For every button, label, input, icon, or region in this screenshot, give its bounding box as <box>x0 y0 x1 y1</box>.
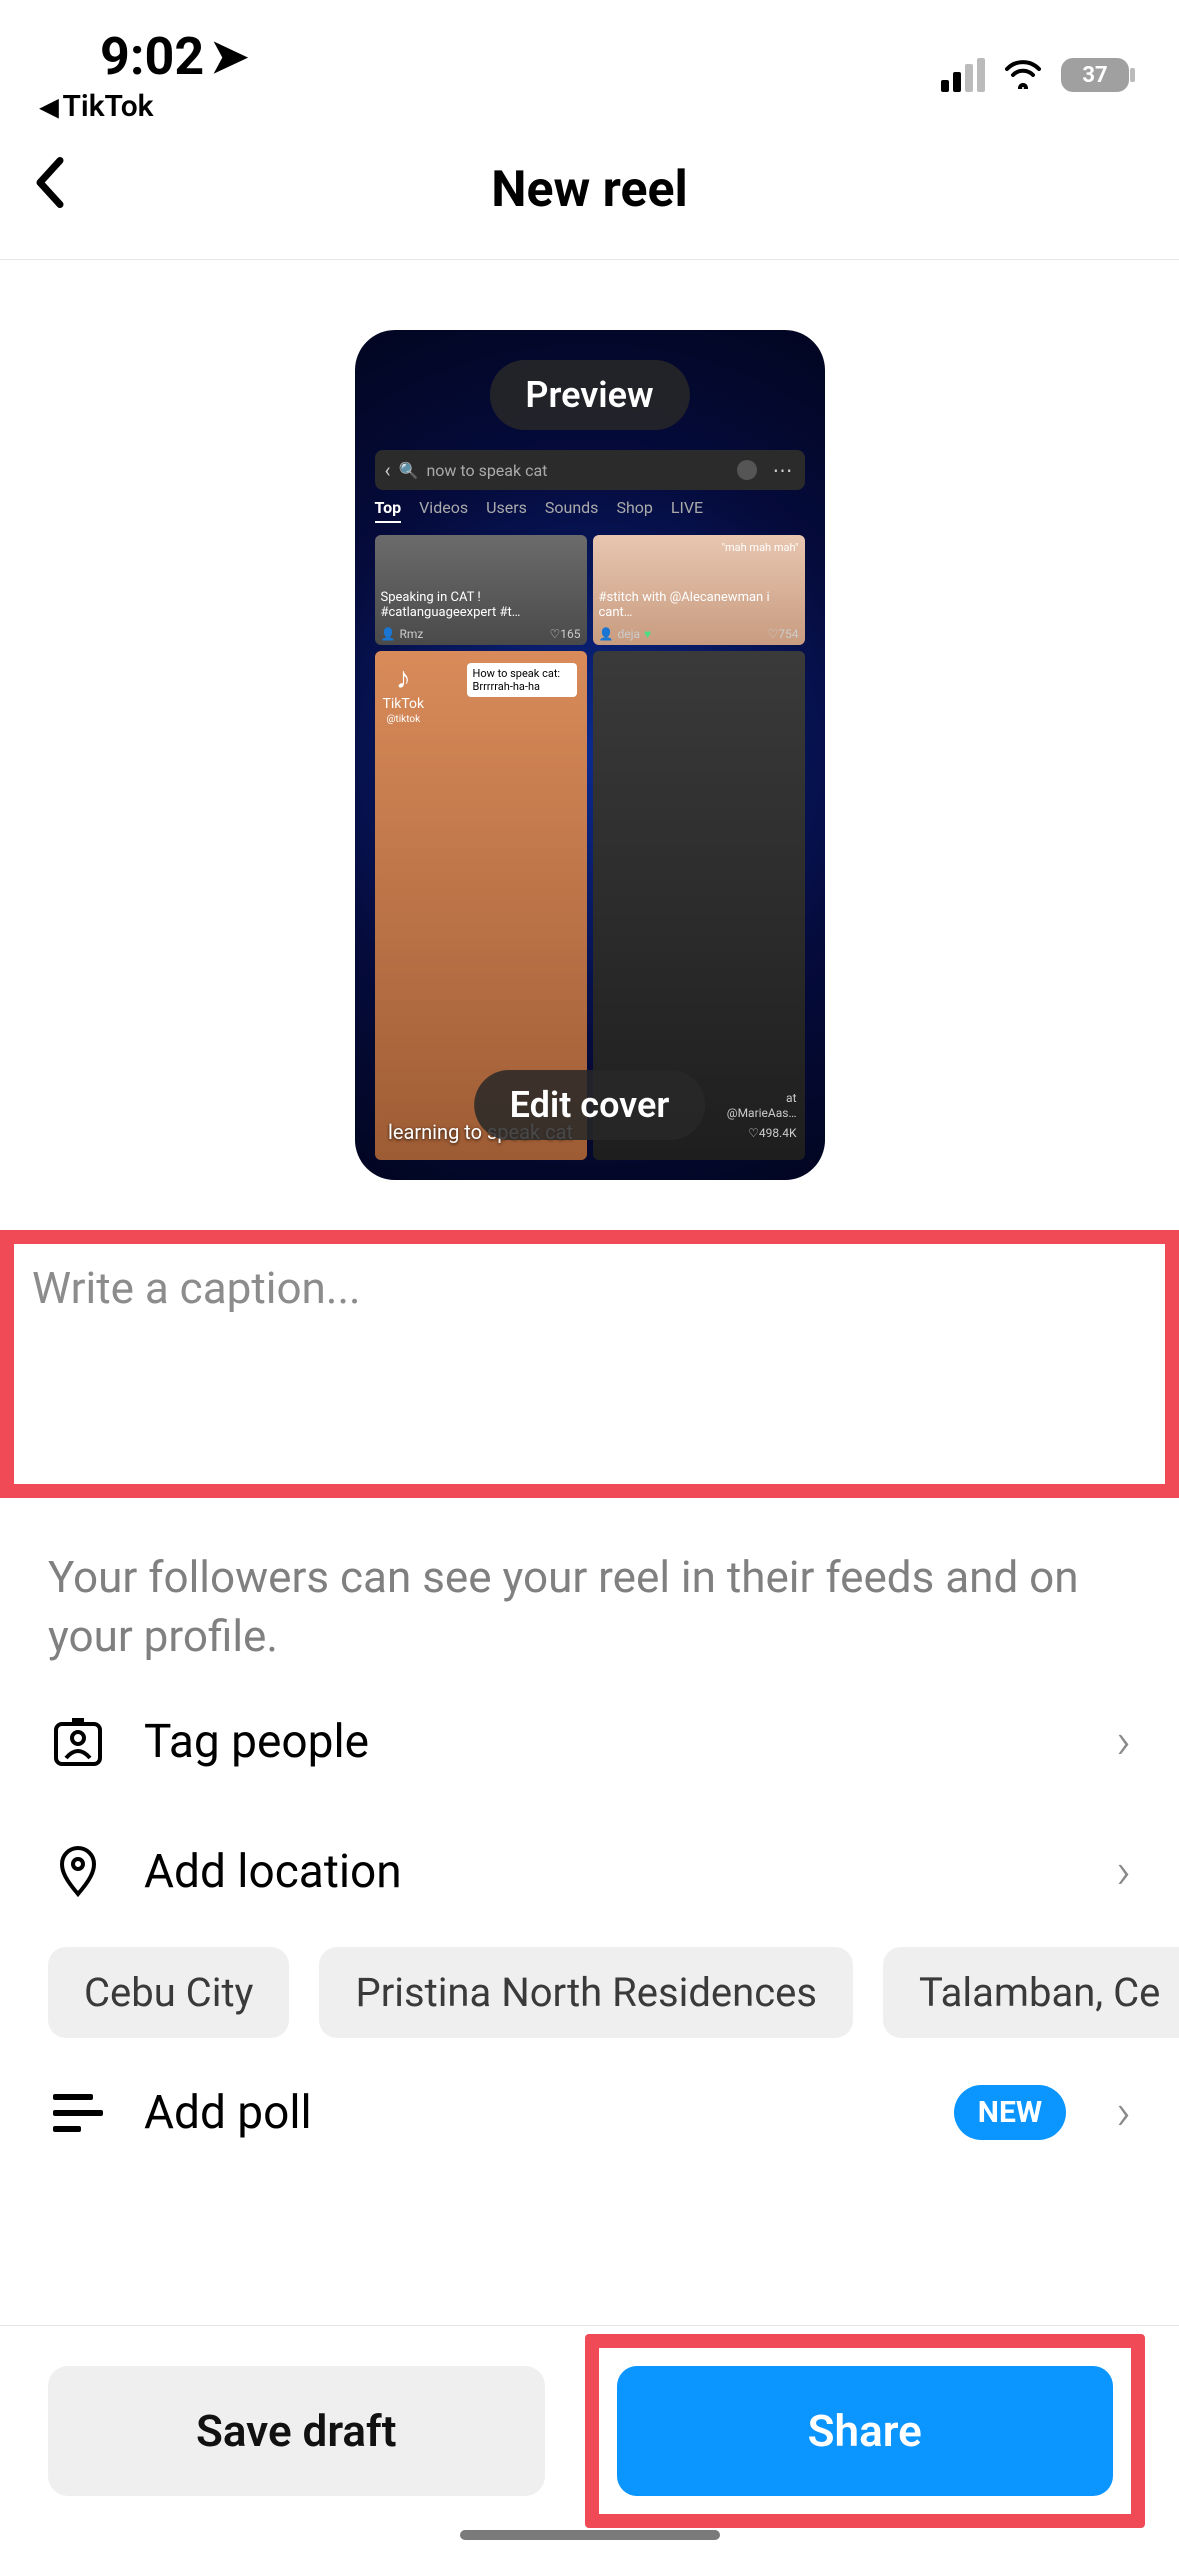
clear-icon <box>737 460 757 480</box>
new-badge: NEW <box>954 2085 1066 2140</box>
caption-input[interactable] <box>32 1262 1147 1462</box>
result-card: Speaking in CAT ! #catlanguageexpert #t…… <box>375 535 587 645</box>
tab-users: Users <box>486 498 527 523</box>
poll-icon <box>48 2094 108 2132</box>
status-time: 9:02 <box>100 26 204 87</box>
chevron-right-icon: › <box>1116 1843 1131 1901</box>
edit-cover-button[interactable]: Edit cover <box>474 1070 706 1140</box>
location-pin-icon <box>48 1844 108 1900</box>
card-likes: ♡498.4K <box>748 1126 796 1140</box>
chevron-right-icon: › <box>1116 2084 1131 2142</box>
tab-videos: Videos <box>419 498 468 523</box>
cellular-signal-icon <box>941 58 985 92</box>
tiktok-watermark: ♪ TikTok @tiktok <box>383 661 425 725</box>
cover-preview-area: Preview ‹ 🔍 now to speak cat ⋯ Top Video… <box>0 260 1179 1190</box>
more-icon: ⋯ <box>773 458 795 482</box>
location-chip[interactable]: Pristina North Residences <box>319 1947 853 2038</box>
visibility-info-text: Your followers can see your reel in thei… <box>0 1498 1179 1677</box>
battery-indicator: 37 <box>1061 58 1129 92</box>
caption-highlight-box <box>0 1230 1179 1498</box>
result-card: "mah mah mah" #stitch with @Alecanewman … <box>593 535 805 645</box>
add-location-label: Add location <box>144 1845 1080 1899</box>
heart-icon: ♡754 <box>768 627 799 641</box>
avatar-icon: 👤 <box>381 627 396 641</box>
location-arrow-icon: ➤ <box>210 29 249 84</box>
search-icon: 🔍 <box>399 461 419 480</box>
tab-shop: Shop <box>616 498 652 523</box>
back-app-label: TikTok <box>62 89 153 124</box>
location-suggestions: Cebu City Pristina North Residences Tala… <box>0 1937 1179 2048</box>
status-bar: 9:02 ➤ ◀ TikTok 37 <box>0 0 1179 120</box>
battery-level: 37 <box>1082 63 1107 88</box>
tab-sounds: Sounds <box>545 498 599 523</box>
card-author: deja <box>617 627 640 641</box>
save-draft-button[interactable]: Save draft <box>48 2366 545 2496</box>
screen-header: New reel <box>0 120 1179 260</box>
bottom-action-bar: Save draft Share <box>0 2325 1179 2496</box>
card-title: Speaking in CAT ! #catlanguageexpert #t… <box>381 591 581 621</box>
tab-live: LIVE <box>671 498 703 523</box>
back-to-app[interactable]: ◀ TikTok <box>40 89 154 124</box>
tiktok-tabs: Top Videos Users Sounds Shop LIVE <box>375 498 805 523</box>
location-chip[interactable]: Talamban, Ce <box>883 1947 1179 2038</box>
share-button[interactable]: Share <box>617 2366 1114 2496</box>
tag-people-label: Tag people <box>144 1715 1080 1769</box>
tiktok-handle: @tiktok <box>386 714 420 725</box>
avatar-icon: 👤 <box>599 627 614 641</box>
add-poll-label: Add poll <box>144 2086 918 2140</box>
tiktok-logo-icon: ♪ <box>396 661 411 696</box>
wifi-icon <box>1003 52 1043 99</box>
chevron-left-icon: ‹ <box>385 458 391 482</box>
back-triangle-icon: ◀ <box>40 93 58 121</box>
tiktok-results-grid: Speaking in CAT ! #catlanguageexpert #t…… <box>375 535 805 1160</box>
page-title: New reel <box>491 161 688 219</box>
card-subcaption: at <box>727 1091 797 1105</box>
card-author: Rmz <box>399 627 423 641</box>
share-highlight-box: Share <box>585 2334 1146 2528</box>
tag-people-row[interactable]: Tag people › <box>0 1677 1179 1807</box>
tiktok-search-text: now to speak cat <box>426 461 547 480</box>
speech-bubble: How to speak cat: Brrrrrah-ha-ha <box>467 663 577 697</box>
person-tag-icon <box>48 1714 108 1770</box>
verified-icon: ♥ <box>644 627 651 641</box>
back-button[interactable] <box>30 152 70 227</box>
reel-cover[interactable]: Preview ‹ 🔍 now to speak cat ⋯ Top Video… <box>355 330 825 1180</box>
card-title: #stitch with @Alecanewman i cant… <box>599 591 799 621</box>
home-indicator[interactable] <box>460 2530 720 2540</box>
add-poll-row[interactable]: Add poll NEW › <box>0 2048 1179 2178</box>
location-chip[interactable]: Cebu City <box>48 1947 289 2038</box>
card-author: @MarieAas… <box>727 1106 797 1120</box>
preview-button[interactable]: Preview <box>489 360 689 430</box>
tiktok-search-bar: ‹ 🔍 now to speak cat ⋯ <box>375 450 805 490</box>
chevron-right-icon: › <box>1116 1713 1131 1771</box>
tiktok-brand: TikTok <box>383 696 425 712</box>
add-location-row[interactable]: Add location › <box>0 1807 1179 1937</box>
card-overlay-text: "mah mah mah" <box>722 541 799 554</box>
heart-icon: ♡165 <box>550 627 581 641</box>
tab-top: Top <box>375 498 402 523</box>
